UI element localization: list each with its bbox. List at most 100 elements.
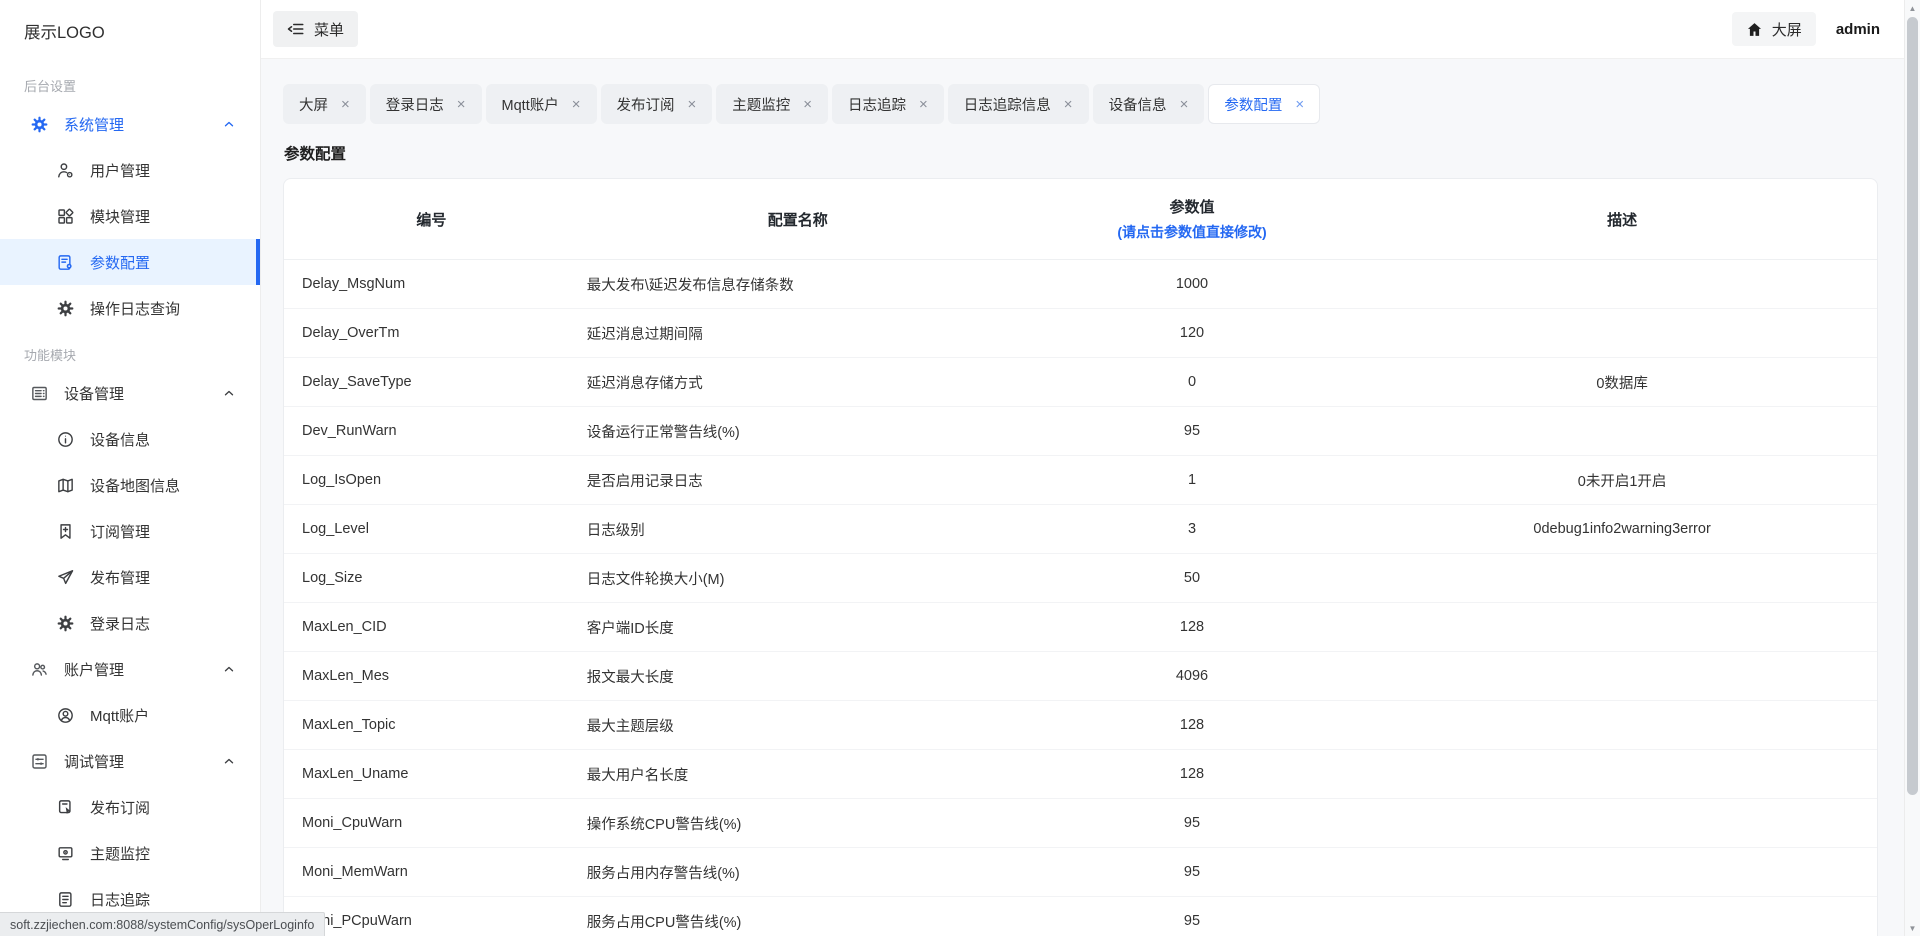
close-icon[interactable]: ×: [1064, 97, 1073, 112]
sidebar-item-device-info[interactable]: 设备信息: [0, 416, 260, 462]
tab-login-log[interactable]: 登录日志 ×: [370, 84, 482, 124]
sidebar-item-module-management[interactable]: 模块管理: [0, 193, 260, 239]
cell-code: Log_IsOpen: [284, 456, 579, 505]
sidebar-item-system-management[interactable]: 系统管理: [0, 101, 260, 147]
chevron-up-icon: [222, 386, 236, 400]
header-code: 编号: [284, 179, 579, 260]
cell-value[interactable]: 1: [1017, 456, 1367, 505]
dashboard-button[interactable]: 大屏: [1732, 12, 1816, 46]
tab-bar: 大屏×登录日志×Mqtt账户×发布订阅×主题监控×日志追踪×日志追踪信息×设备信…: [283, 84, 1878, 124]
page-title: 参数配置: [284, 142, 1878, 164]
page-scrollbar[interactable]: ▲ ▼: [1904, 0, 1920, 936]
cell-desc: [1367, 603, 1877, 652]
tab-param-config[interactable]: 参数配置 ×: [1208, 84, 1320, 124]
cell-code: Delay_MsgNum: [284, 260, 579, 309]
cell-code: Log_Size: [284, 554, 579, 603]
cell-desc: [1367, 750, 1877, 799]
cell-code: MaxLen_Topic: [284, 701, 579, 750]
menu-fold-icon: [287, 20, 305, 38]
tab-label: 参数配置: [1224, 94, 1282, 115]
sidebar-item-param-config[interactable]: 参数配置: [0, 239, 260, 285]
sidebar-item-device-management[interactable]: 设备管理: [0, 370, 260, 416]
cell-name: 服务占用CPU警告线(%): [579, 897, 1017, 936]
app-logo: 展示LOGO: [0, 0, 260, 62]
cell-name: 日志文件轮换大小(M): [579, 554, 1017, 603]
tab-mqtt-account[interactable]: Mqtt账户×: [486, 84, 597, 124]
sidebar-item-account-management[interactable]: 账户管理: [0, 646, 260, 692]
sidebar-item-user-management[interactable]: 用户管理: [0, 147, 260, 193]
sidebar-item-device-map-info[interactable]: 设备地图信息: [0, 462, 260, 508]
close-icon[interactable]: ×: [457, 97, 466, 112]
close-icon[interactable]: ×: [341, 97, 350, 112]
cell-value[interactable]: 128: [1017, 603, 1367, 652]
cell-name: 延迟消息过期间隔: [579, 309, 1017, 358]
scroll-down-icon[interactable]: ▼: [1905, 920, 1920, 936]
sidebar-section-label: 功能模块: [24, 345, 260, 364]
sidebar-item-publish-management[interactable]: 发布管理: [0, 554, 260, 600]
sidebar-item-debug-management[interactable]: 调试管理: [0, 738, 260, 784]
chevron-up-icon: [222, 754, 236, 768]
tab-publish-subscribe[interactable]: 发布订阅×: [601, 84, 713, 124]
tab-label: 登录日志: [386, 94, 444, 115]
cell-code: MaxLen_Uname: [284, 750, 579, 799]
menu-toggle-button[interactable]: 菜单: [273, 11, 358, 47]
close-icon[interactable]: ×: [919, 97, 928, 112]
cell-name: 最大发布\延迟发布信息存储条数: [579, 260, 1017, 309]
sidebar-section-label: 后台设置: [24, 76, 260, 95]
sidebar-item-label: Mqtt账户: [90, 705, 260, 726]
cell-code: Moni_PCpuWarn: [284, 897, 579, 936]
sidebar-item-subscription-management[interactable]: 订阅管理: [0, 508, 260, 554]
sidebar-item-login-log[interactable]: 登录日志: [0, 600, 260, 646]
scrollbar-thumb[interactable]: [1907, 17, 1918, 795]
gear-icon: [56, 299, 75, 318]
cell-value[interactable]: 95: [1017, 799, 1367, 848]
cell-name: 延迟消息存储方式: [579, 358, 1017, 407]
sidebar-item-label: 设备管理: [64, 383, 222, 404]
cell-value[interactable]: 50: [1017, 554, 1367, 603]
sidebar-item-operation-log-query[interactable]: 操作日志查询: [0, 285, 260, 331]
sidebar-item-label: 日志追踪: [90, 889, 260, 910]
cell-value[interactable]: 128: [1017, 750, 1367, 799]
tab-topic-monitor[interactable]: 主题监控×: [716, 84, 828, 124]
current-user[interactable]: admin: [1836, 21, 1880, 38]
chevron-up-icon: [222, 662, 236, 676]
close-icon[interactable]: ×: [1295, 97, 1304, 112]
tab-label: 大屏: [299, 94, 328, 115]
cell-desc: [1367, 554, 1877, 603]
close-icon[interactable]: ×: [572, 97, 581, 112]
cell-name: 日志级别: [579, 505, 1017, 554]
cell-code: Dev_RunWarn: [284, 407, 579, 456]
close-icon[interactable]: ×: [1180, 97, 1189, 112]
cell-value[interactable]: 3: [1017, 505, 1367, 554]
cell-value[interactable]: 4096: [1017, 652, 1367, 701]
tab-device-info[interactable]: 设备信息×: [1093, 84, 1205, 124]
cell-value[interactable]: 95: [1017, 407, 1367, 456]
info-circle-icon: [56, 430, 75, 449]
cell-value[interactable]: 0: [1017, 358, 1367, 407]
sidebar-item-publish-subscribe[interactable]: 发布订阅: [0, 784, 260, 830]
sidebar-item-topic-monitor[interactable]: 主题监控: [0, 830, 260, 876]
sidebar-item-label: 系统管理: [64, 114, 222, 135]
scroll-up-icon[interactable]: ▲: [1905, 0, 1920, 16]
cell-name: 报文最大长度: [579, 652, 1017, 701]
cell-name: 操作系统CPU警告线(%): [579, 799, 1017, 848]
tab-log-trace-info[interactable]: 日志追踪信息×: [948, 84, 1089, 124]
cell-code: MaxLen_CID: [284, 603, 579, 652]
tab-dashboard[interactable]: 大屏 ×: [283, 84, 366, 124]
chevron-up-icon: [222, 117, 236, 131]
close-icon[interactable]: ×: [803, 97, 812, 112]
cell-value[interactable]: 120: [1017, 309, 1367, 358]
table-row: Moni_MemWarn服务占用内存警告线(%)95: [284, 848, 1877, 897]
table-row: MaxLen_Uname最大用户名长度128: [284, 750, 1877, 799]
tab-log-trace[interactable]: 日志追踪×: [832, 84, 944, 124]
cell-value[interactable]: 95: [1017, 897, 1367, 936]
sidebar-item-mqtt-account[interactable]: Mqtt账户: [0, 692, 260, 738]
close-icon[interactable]: ×: [688, 97, 697, 112]
doc-gear-icon: [56, 253, 75, 272]
config-table: 编号 配置名称 参数值 (请点击参数值直接修改) 描述 Delay_MsgNum…: [284, 179, 1877, 936]
cell-value[interactable]: 95: [1017, 848, 1367, 897]
cell-value[interactable]: 128: [1017, 701, 1367, 750]
table-row: Moni_CpuWarn操作系统CPU警告线(%)95: [284, 799, 1877, 848]
user-circle-icon: [56, 706, 75, 725]
cell-value[interactable]: 1000: [1017, 260, 1367, 309]
